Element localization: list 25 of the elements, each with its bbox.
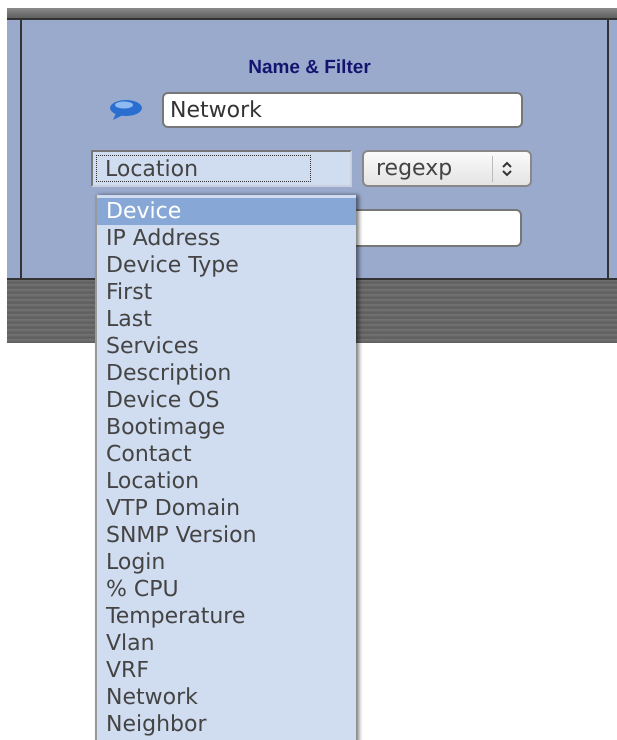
dropdown-option[interactable]: Temperature [97, 603, 356, 630]
dropdown-option[interactable]: Neighbor [97, 711, 356, 738]
dropdown-option[interactable]: Location [97, 468, 356, 495]
dropdown-option[interactable]: Services [97, 333, 356, 360]
dropdown-option[interactable]: IP Address [97, 225, 356, 252]
dropdown-option[interactable]: SNMP Version [97, 522, 356, 549]
dropdown-option[interactable]: Last [97, 306, 356, 333]
dropdown-option[interactable]: Device Type [97, 252, 356, 279]
name-field[interactable]: Network [162, 92, 523, 128]
dropdown-option[interactable]: Login [97, 549, 356, 576]
dropdown-option[interactable]: Bootimage [97, 414, 356, 441]
dropdown-option[interactable]: VRF [97, 657, 356, 684]
dropdown-option[interactable]: Device OS [97, 387, 356, 414]
dropdown-option[interactable]: % CPU [97, 576, 356, 603]
dropdown-option[interactable]: VTP Domain [97, 495, 356, 522]
dropdown-option[interactable]: Contact [97, 441, 356, 468]
match-select[interactable]: regexp [362, 150, 532, 187]
field-select[interactable]: Location [91, 150, 352, 187]
dropdown-option[interactable]: First [97, 279, 356, 306]
dropdown-option[interactable]: Vlan [97, 630, 356, 657]
speech-bubble-icon [108, 99, 144, 121]
dropdown-option[interactable]: Description [97, 360, 356, 387]
up-down-arrows-icon [501, 160, 513, 178]
panel-title: Name & Filter [247, 56, 372, 80]
dropdown-option[interactable]: Network [97, 684, 356, 711]
